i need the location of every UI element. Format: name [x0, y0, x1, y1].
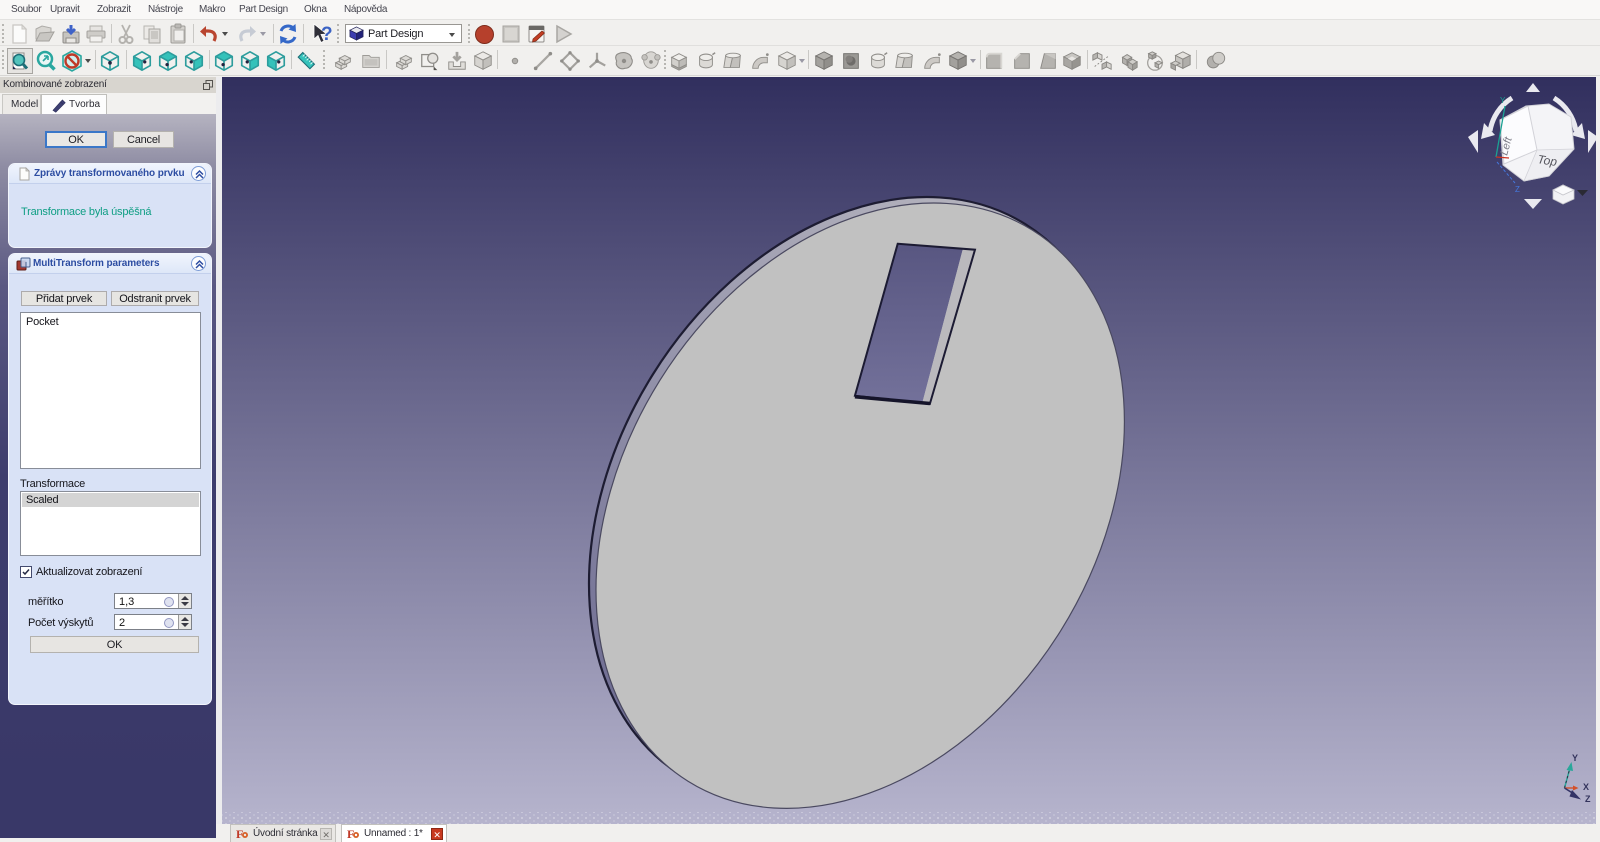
svg-text:Y: Y — [1572, 753, 1578, 763]
svg-text:F: F — [236, 827, 243, 840]
svg-text:Z: Z — [1515, 185, 1520, 194]
svg-text:Z: Z — [1585, 794, 1591, 804]
svg-text:F: F — [347, 827, 354, 840]
svg-text:X: X — [1583, 782, 1589, 792]
svg-text:Y: Y — [1500, 96, 1506, 105]
